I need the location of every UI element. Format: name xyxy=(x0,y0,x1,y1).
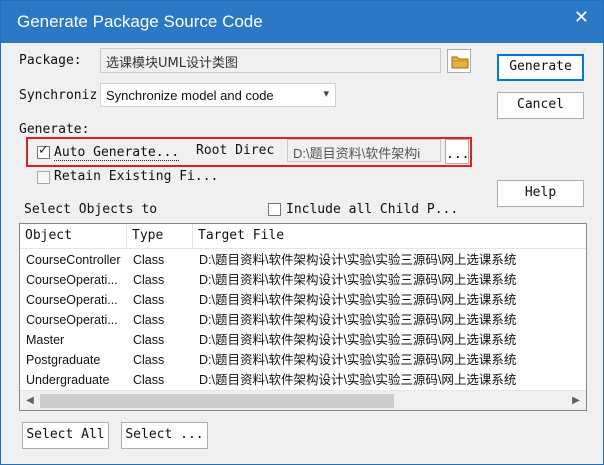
package-field: 选课模块UML设计类图 xyxy=(100,48,441,73)
close-icon[interactable]: ✕ xyxy=(574,7,589,28)
help-button[interactable]: Help xyxy=(497,180,584,207)
cell-type: Class xyxy=(133,333,165,347)
package-label: Package: xyxy=(19,53,82,68)
cell-object: CourseOperati... xyxy=(26,293,118,307)
cell-object: Undergraduate xyxy=(26,373,110,387)
cell-type: Class xyxy=(133,373,165,387)
column-header-type[interactable]: Type xyxy=(127,224,193,248)
root-directory-label: Root Direct xyxy=(196,144,274,158)
scroll-right-icon[interactable]: ▶ xyxy=(568,393,584,409)
cell-target-file: D:\题目资料\软件架构设计\实验\实验三源码\网上选课系统 xyxy=(199,333,517,347)
table-row[interactable]: CourseController Class D:\题目资料\软件架构设计\实验\实… xyxy=(20,250,586,270)
cell-target-file: D:\题目资料\软件架构设计\实验\实验三源码\网上选课系统 xyxy=(199,293,517,307)
synchronize-dropdown[interactable]: Synchronize model and code ▾ xyxy=(100,83,336,107)
cell-object: CourseOperati... xyxy=(26,273,118,287)
check-icon: ✓ xyxy=(38,143,49,158)
column-header-object[interactable]: Object xyxy=(20,224,127,248)
retain-existing-checkbox[interactable] xyxy=(37,171,50,184)
cancel-button[interactable]: Cancel xyxy=(497,92,584,119)
synchronize-label: Synchroniz xyxy=(19,88,98,103)
horizontal-scrollbar[interactable]: ◀ ▶ xyxy=(20,390,586,410)
cell-object: CourseController xyxy=(26,253,121,267)
include-child-label: Include all Child P... xyxy=(286,202,459,217)
dialog-window: Generate Package Source Code ✕ Package: … xyxy=(0,0,604,465)
table-row[interactable]: Undergraduate Class D:\题目资料\软件架构设计\实验\实验三源… xyxy=(20,370,586,390)
retain-existing-label: Retain Existing Fi... xyxy=(54,169,219,184)
cell-target-file: D:\题目资料\软件架构设计\实验\实验三源码\网上选课系统 xyxy=(199,313,517,327)
chevron-down-icon: ▾ xyxy=(323,88,329,100)
cell-target-file: D:\题目资料\软件架构设计\实验\实验三源码\网上选课系统 xyxy=(199,373,517,387)
select-all-button[interactable]: Select All xyxy=(22,422,109,449)
cell-object: Master xyxy=(26,333,65,347)
scroll-left-icon[interactable]: ◀ xyxy=(22,393,38,409)
cell-type: Class xyxy=(133,253,165,267)
auto-generate-label: Auto Generate... xyxy=(54,145,180,161)
include-child-checkbox[interactable] xyxy=(268,203,281,216)
title-bar[interactable]: Generate Package Source Code ✕ xyxy=(1,1,603,43)
list-header: Object Type Target File xyxy=(20,224,586,249)
table-row[interactable]: CourseOperati... Class D:\题目资料\软件架构设计\实验\实… xyxy=(20,290,586,310)
select-objects-label: Select Objects to xyxy=(24,202,158,217)
dialog-title: Generate Package Source Code xyxy=(17,12,263,31)
cell-type: Class xyxy=(133,273,165,287)
objects-list[interactable]: Object Type Target File CourseController… xyxy=(19,223,587,411)
cell-type: Class xyxy=(133,353,165,367)
cell-object: Postgraduate xyxy=(26,353,101,367)
generate-label: Generate: xyxy=(19,122,90,137)
table-row[interactable]: CourseOperati... Class D:\题目资料\软件架构设计\实验\实… xyxy=(20,310,586,330)
cell-target-file: D:\题目资料\软件架构设计\实验\实验三源码\网上选课系统 xyxy=(199,273,517,287)
generate-button[interactable]: Generate xyxy=(497,54,584,81)
cell-type: Class xyxy=(133,293,165,307)
root-directory-field[interactable]: D:\题目资料\软件架构i xyxy=(287,139,441,162)
folder-icon xyxy=(451,56,469,69)
auto-generate-checkbox[interactable]: ✓ xyxy=(37,143,50,159)
cell-target-file: D:\题目资料\软件架构设计\实验\实验三源码\网上选课系统 xyxy=(199,253,517,267)
scrollbar-thumb[interactable] xyxy=(40,394,394,408)
cell-type: Class xyxy=(133,313,165,327)
table-row[interactable]: Postgraduate Class D:\题目资料\软件架构设计\实验\实验三源码… xyxy=(20,350,586,370)
browse-package-button[interactable] xyxy=(447,49,471,73)
synchronize-value: Synchronize model and code xyxy=(106,88,274,103)
cell-object: CourseOperati... xyxy=(26,313,118,327)
cell-target-file: D:\题目资料\软件架构设计\实验\实验三源码\网上选课系统 xyxy=(199,353,517,367)
browse-root-button[interactable]: ... xyxy=(445,139,469,164)
table-row[interactable]: Master Class D:\题目资料\软件架构设计\实验\实验三源码\网上选课系… xyxy=(20,330,586,350)
column-header-target-file[interactable]: Target File xyxy=(193,224,586,248)
select-none-button[interactable]: Select ... xyxy=(121,422,208,449)
table-row[interactable]: CourseOperati... Class D:\题目资料\软件架构设计\实验\实… xyxy=(20,270,586,290)
